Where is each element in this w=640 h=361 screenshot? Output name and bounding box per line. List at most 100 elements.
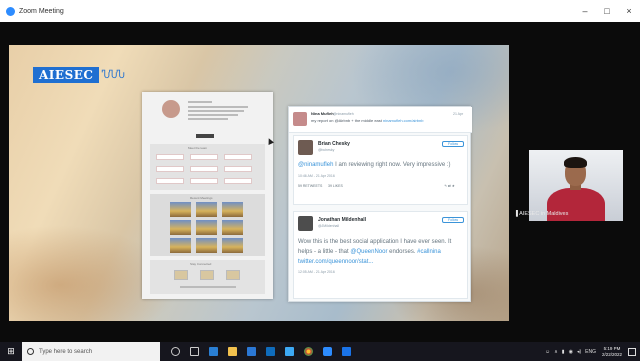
aiesec-logo: AIESEC ჀჀჀ [33,66,125,84]
website-screenshot: Meet the team Recent Meetings Stay Conne… [142,92,273,299]
meetings-section: Recent Meetings [150,194,265,256]
signal-icon: ▐ [514,211,518,217]
people-figures-icon: ჀჀჀ [101,69,124,81]
text-line [188,110,244,112]
connect-item [226,270,240,280]
tweet-text-line: helps - a little - that @QueenNoor endor… [298,249,441,255]
team-section: Meet the team [150,144,265,190]
store-icon[interactable] [247,347,256,356]
follow-button[interactable]: Follow [442,141,464,147]
windows-start-icon[interactable]: ⊞ [0,342,22,361]
tweet-handle: @bchesky [318,148,335,152]
avatar [298,140,313,155]
meeting-thumbnail [170,238,191,253]
site-button [196,134,214,138]
tweets-panel: Nina Mufleh @ninamufleh 21 Apr my report… [288,106,472,302]
shared-screen: AIESEC ჀჀჀ Meet the team Recent Meetings… [9,45,509,321]
battery-icon[interactable]: ▮ [562,349,565,355]
tweet-nina: Nina Mufleh @ninamufleh 21 Apr my report… [289,107,472,133]
taskbar-search[interactable]: Type here to search [22,342,160,361]
section-caption: Recent Meetings [190,196,213,200]
tweet-handle: @ninamufleh [333,111,354,116]
text-line [180,286,236,288]
text-line [188,114,238,116]
mail-icon[interactable] [266,347,275,356]
zoom-app-icon [6,6,15,16]
tweet-handle: @JMildenhall [318,224,340,228]
tweet-text-line: Wow this is the best social application … [298,239,452,245]
file-explorer-icon[interactable] [228,347,237,356]
text-line [188,101,212,103]
tweet-text: @ninamufleh I am reviewing right now. Ve… [298,162,451,168]
volume-icon[interactable]: ◂) [577,349,581,355]
text-line [188,118,228,120]
tweet-author: Brian Chesky [318,141,350,147]
section-caption: Stay Connected [190,262,212,266]
connect-section: Stay Connected [150,260,265,294]
connect-item [174,270,188,280]
meeting-thumbnail [222,238,243,253]
taskbar-apps [166,347,356,356]
search-placeholder: Type here to search [39,348,93,355]
clock-date: 2/22/2022 [601,351,622,357]
chevron-up-icon[interactable]: ∧ [554,349,558,355]
card [224,166,252,172]
title-bar: Zoom Meeting – □ × [0,0,640,22]
meeting-thumbnail [170,220,191,235]
card [224,154,252,160]
tweet-author: Jonathan Mildenhall [318,217,367,223]
card [156,154,184,160]
participant-name: ▐ AIESEC in Maldives [514,211,569,217]
follow-button[interactable]: Follow [442,217,464,223]
text-line [188,106,248,108]
notification-icon[interactable] [628,347,636,356]
chrome-icon[interactable] [304,347,313,356]
tweet-text: my report on @Airbnb + the middle east n… [311,118,424,123]
meeting-thumbnail [196,202,217,217]
aiesec-logo-text: AIESEC [33,67,100,83]
card [156,178,184,184]
retweet-count: 59 RETWEETS [298,184,323,188]
participant-hair [564,157,587,168]
like-count: 39 LIKES [328,184,343,188]
tweet-actions-icon: ↰ ⇄ ★ [444,184,455,188]
meeting-thumbnail [196,238,217,253]
wifi-icon[interactable]: ◉ [569,349,573,355]
tweet-time: 21 Apr [453,111,464,116]
clock[interactable]: 5:19 PM 2/22/2022 [602,346,622,358]
system-tray: ☺ ∧ ▮ ◉ ◂) ENG 5:19 PM 2/22/2022 [541,342,636,361]
minimize-button[interactable]: – [574,0,596,22]
window-title: Zoom Meeting [19,7,64,15]
tweet-meta: 12:05 AM - 21 Apr 2016 [298,270,335,274]
language-indicator[interactable]: ENG [585,349,596,355]
search-icon [27,348,34,355]
profile-photo [162,100,180,118]
edge-icon[interactable] [209,347,218,356]
section-caption: Meet the team [188,146,208,150]
window-controls: – □ × [574,0,640,22]
connect-item [200,270,214,280]
close-button[interactable]: × [618,0,640,22]
cortana-icon[interactable] [171,347,180,356]
app-icon[interactable] [342,347,351,356]
photos-icon[interactable] [285,347,294,356]
meeting-thumbnail [196,220,217,235]
tweet-brian-chesky: Brian Chesky @bchesky Follow @ninamufleh… [293,135,468,205]
avatar [293,112,307,126]
tweet-meta: 10:46 AM - 21 Apr 2016 [298,174,335,178]
zoom-taskbar-icon[interactable] [323,347,332,356]
maximize-button[interactable]: □ [596,0,618,22]
meeting-thumbnail [222,202,243,217]
meeting-thumbnail [222,220,243,235]
tweet-link: twitter.com/queennoor/stat... [298,259,374,265]
tweet-author: Nina Mufleh [311,111,334,116]
card [190,154,218,160]
tweet-jonathan-mildenhall: Jonathan Mildenhall @JMildenhall Follow … [293,211,468,299]
card [156,166,184,172]
avatar [298,216,313,231]
card [190,166,218,172]
people-icon[interactable]: ☺ [545,349,550,355]
zoom-window: Zoom Meeting – □ × AIESEC ჀჀჀ Meet the t… [0,0,640,361]
task-view-icon[interactable] [190,347,199,356]
meeting-thumbnail [170,202,191,217]
